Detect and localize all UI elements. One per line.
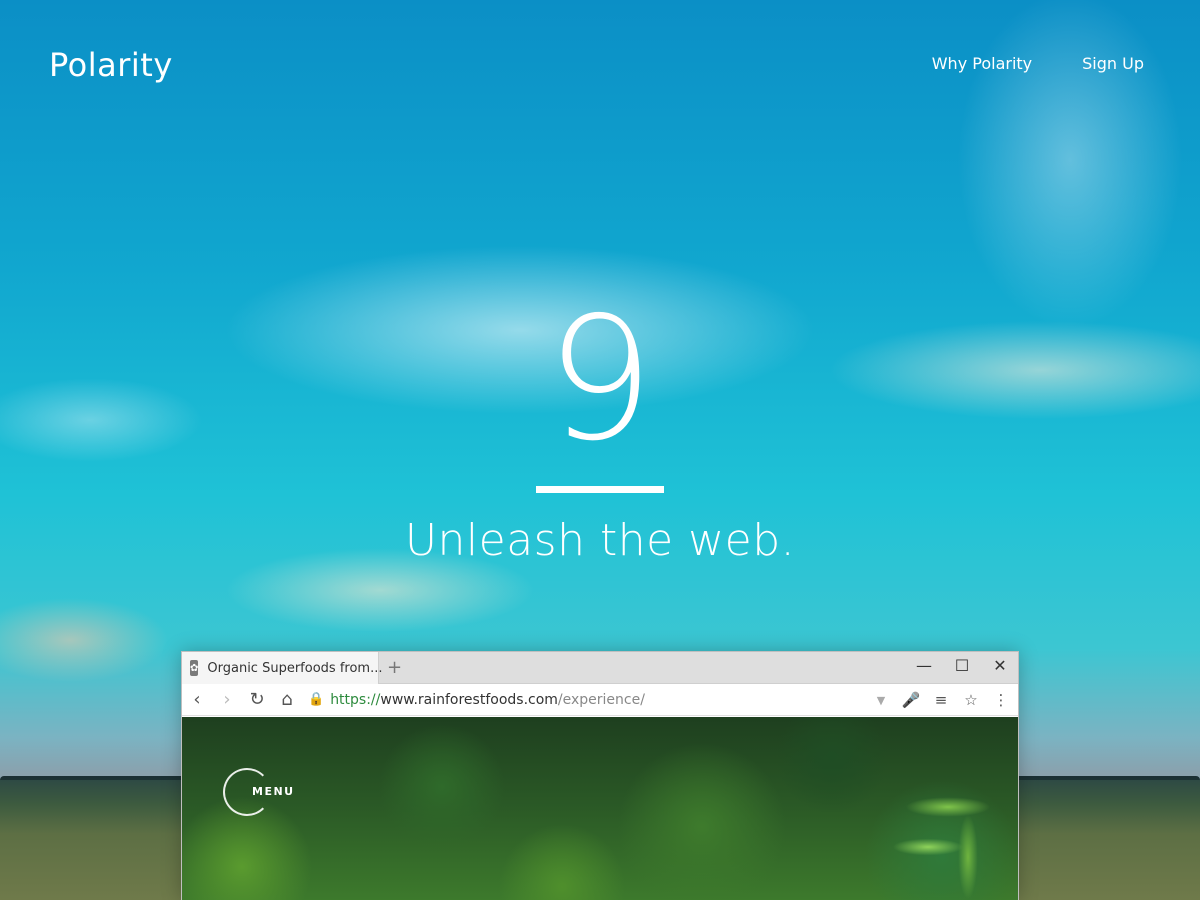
url-path: /experience/ [557, 691, 645, 708]
reader-icon[interactable]: ≡ [930, 691, 952, 709]
browser-window: ✿ Organic Superfoods from... + — ☐ ✕ ‹ ›… [181, 651, 1019, 900]
palm-leaves-image [888, 777, 1008, 900]
hero-underline [536, 486, 664, 493]
dropdown-icon[interactable]: ▼ [870, 694, 892, 707]
url-scheme: https:// [330, 691, 381, 708]
window-controls: — ☐ ✕ [916, 656, 1008, 675]
page-content-rainforest: MENU [182, 717, 1018, 900]
toolbar-actions: ▼ 🎤 ≡ ☆ ⋮ [870, 684, 1012, 716]
lock-icon: 🔒 [308, 692, 325, 707]
back-icon[interactable]: ‹ [182, 689, 212, 710]
browser-tab[interactable]: ✿ Organic Superfoods from... [182, 652, 383, 684]
minimize-icon[interactable]: — [916, 656, 932, 675]
address-bar[interactable]: 🔒 https://www.rainforestfoods.com/experi… [308, 692, 868, 708]
home-icon[interactable]: ⌂ [272, 689, 302, 710]
nav-sign-up[interactable]: Sign Up [1082, 54, 1144, 73]
nav-why-polarity[interactable]: Why Polarity [932, 54, 1032, 73]
tab-title: Organic Superfoods from... [207, 660, 383, 676]
hero-number: 9 [545, 281, 655, 479]
menu-button[interactable]: MENU [252, 785, 295, 798]
maximize-icon[interactable]: ☐ [954, 656, 970, 675]
hero-tagline: Unleash the web. [404, 515, 796, 566]
close-icon[interactable]: ✕ [992, 656, 1008, 675]
browser-toolbar: ‹ › ↻ ⌂ 🔒 https://www.rainforestfoods.co… [182, 684, 1018, 716]
reload-icon[interactable]: ↻ [242, 689, 272, 710]
more-menu-icon[interactable]: ⋮ [990, 691, 1012, 709]
top-nav: Why Polarity Sign Up [932, 54, 1144, 73]
microphone-icon[interactable]: 🎤 [900, 691, 922, 709]
logo[interactable]: Polarity [49, 46, 173, 84]
tab-bar: ✿ Organic Superfoods from... + — ☐ ✕ [182, 652, 1018, 684]
bookmark-star-icon[interactable]: ☆ [960, 691, 982, 709]
forward-icon[interactable]: › [212, 689, 242, 710]
new-tab-button[interactable]: + [387, 657, 402, 678]
url-host: www.rainforestfoods.com [380, 691, 558, 708]
leaf-icon: ✿ [190, 660, 199, 676]
